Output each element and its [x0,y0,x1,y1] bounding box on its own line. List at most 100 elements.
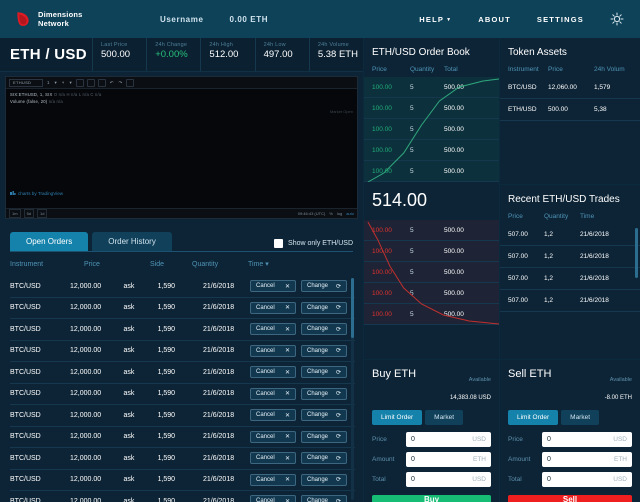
cell-quantity: 1,590 [157,304,176,312]
available-value: 14,383.08 USD [449,395,491,401]
order-book-ask-row[interactable]: 100.00 5 500.00 [364,262,499,283]
chart-canvas[interactable]: Market Open charts by TradingView [6,107,357,208]
cell-side: ask [123,454,135,462]
chart-scale-percent[interactable]: % [329,211,333,216]
sell-total-input[interactable]: 0 USD [542,472,632,487]
cell-instrument: BTC/USD [10,476,41,484]
stat-24h-high: 24h High 512.00 [200,38,254,71]
refresh-icon: ⟳ [335,434,341,441]
buy-total-input[interactable]: 0 USD [406,472,491,487]
buy-amount-input[interactable]: 0 ETH [406,452,491,467]
cancel-order-button[interactable]: Cancel ✕ [250,301,296,314]
chart-indicators-icon[interactable] [86,78,95,87]
token-assets-columns: Instrument Price 24h Volum [500,66,640,77]
nav-about[interactable]: ABOUT [478,15,511,24]
checkbox-icon[interactable] [274,239,284,248]
trades-scrollbar-thumb[interactable] [635,228,638,278]
chart-scale-auto[interactable]: auto [346,211,354,216]
buy-tab-limit-order[interactable]: Limit Order [372,410,423,425]
tab-open-orders[interactable]: Open Orders [10,232,89,252]
cell-price: 12,000.00 [70,282,102,290]
chart-timeframe-1d[interactable]: 1d [37,209,48,218]
change-order-button[interactable]: Change ⟳ [301,452,347,465]
change-order-button[interactable]: Change ⟳ [301,366,347,379]
chart-fullscreen-icon[interactable] [126,78,135,87]
cancel-order-button[interactable]: Cancel ✕ [250,366,296,379]
sell-tab-market[interactable]: Market [561,410,600,425]
chart-undo-icon[interactable]: ↶ [109,80,115,86]
cell-price: 100.00 [372,146,392,154]
cancel-order-button[interactable]: Cancel ✕ [250,473,296,486]
sell-button[interactable]: Sell [508,495,632,502]
chevron-down-icon[interactable]: ▾ [54,80,58,86]
cancel-order-button[interactable]: Cancel ✕ [250,430,296,443]
column-header-price[interactable]: Price [84,261,150,268]
order-book-bid-row[interactable]: 100.00 5 500.00 [364,140,499,161]
change-order-button[interactable]: Change ⟳ [301,387,347,400]
chart-scale-log[interactable]: log [337,211,342,216]
cancel-order-button[interactable]: Cancel ✕ [250,495,296,502]
chart-interval-button[interactable]: 1 [46,80,51,85]
cancel-order-button[interactable]: Cancel ✕ [250,387,296,400]
username-label[interactable]: Username [160,15,204,24]
order-book-title: ETH/USD Order Book [372,47,470,58]
order-book-bid-row[interactable]: 100.00 5 500.00 [364,161,499,182]
order-book-ask-row[interactable]: 100.00 5 500.00 [364,220,499,241]
cancel-order-button[interactable]: Cancel ✕ [250,409,296,422]
chart-settings-icon[interactable] [75,78,84,87]
change-order-button[interactable]: Change ⟳ [301,409,347,422]
chart-compare-icon[interactable] [97,78,106,87]
available-label: Available [609,377,632,383]
change-order-button[interactable]: Change ⟳ [301,344,347,357]
order-book-bid-row[interactable]: 100.00 5 500.00 [364,98,499,119]
tab-order-history[interactable]: Order History [92,232,172,252]
cell-price: 100.00 [372,83,392,91]
column-header-instrument[interactable]: Instrument [10,261,84,268]
chart-timeframe-5d[interactable]: 5d [23,209,35,218]
buy-price-input[interactable]: 0 USD [406,432,491,447]
cell-instrument: BTC/USD [10,433,41,441]
column-header-time[interactable]: Time ▾ [248,260,306,268]
chart-candle-type-icon[interactable]: ⑂ [61,80,66,85]
chart-symbol-input[interactable]: ETHUSD [9,78,43,87]
change-order-button[interactable]: Change ⟳ [301,301,347,314]
order-book-bid-row[interactable]: 100.00 5 500.00 [364,77,499,98]
change-order-button[interactable]: Change ⟳ [301,280,347,293]
table-row[interactable]: ETH/USD 500.00 5,38 [500,99,640,121]
refresh-icon: ⟳ [335,305,341,312]
change-order-button[interactable]: Change ⟳ [301,473,347,486]
nav-help[interactable]: HELP ▼ [419,15,452,24]
sell-tab-limit-order[interactable]: Limit Order [508,410,559,425]
change-order-button[interactable]: Change ⟳ [301,323,347,336]
buy-header: Buy ETH Available 14,383.08 USD [372,360,491,410]
column-header-side[interactable]: Side [150,261,192,268]
cancel-order-button[interactable]: Cancel ✕ [250,323,296,336]
cancel-order-button[interactable]: Cancel ✕ [250,344,296,357]
chart-timeframe-1m[interactable]: 1m [9,209,21,218]
brand-logo[interactable]: Dimensions Network [0,10,160,28]
change-order-button[interactable]: Change ⟳ [301,495,347,502]
buy-tab-market[interactable]: Market [425,410,464,425]
order-book-ask-row[interactable]: 100.00 5 500.00 [364,304,499,325]
chart-redo-icon[interactable]: ↷ [118,80,124,86]
orders-scrollbar-thumb[interactable] [351,278,354,338]
order-book-bid-row[interactable]: 100.00 5 500.00 [364,119,499,140]
chevron-down-icon[interactable]: ▾ [68,80,72,86]
sell-amount-input[interactable]: 0 ETH [542,452,632,467]
cancel-order-button[interactable]: Cancel ✕ [250,280,296,293]
cancel-order-button[interactable]: Cancel ✕ [250,452,296,465]
order-book-ask-row[interactable]: 100.00 5 500.00 [364,241,499,262]
column-header-price: Price [508,213,523,220]
brightness-toggle-icon[interactable] [610,12,624,26]
sell-title: Sell ETH [508,368,552,380]
sell-price-input[interactable]: 0 USD [542,432,632,447]
column-header-quantity[interactable]: Quantity [192,261,248,268]
tradingview-chart[interactable]: ETHUSD 1 ▾ ⑂ ▾ ↶ ↷ SIX:ETHUSD, 1, SIX O … [5,76,358,219]
nav-settings[interactable]: SETTINGS [537,15,584,24]
buy-button[interactable]: Buy [372,495,491,502]
change-order-button[interactable]: Change ⟳ [301,430,347,443]
order-book-ask-row[interactable]: 100.00 5 500.00 [364,283,499,304]
stat-value: 500.00 [101,49,131,60]
table-row[interactable]: BTC/USD 12,060.00 1,579 [500,77,640,99]
cell-quantity: 1,2 [544,275,554,282]
